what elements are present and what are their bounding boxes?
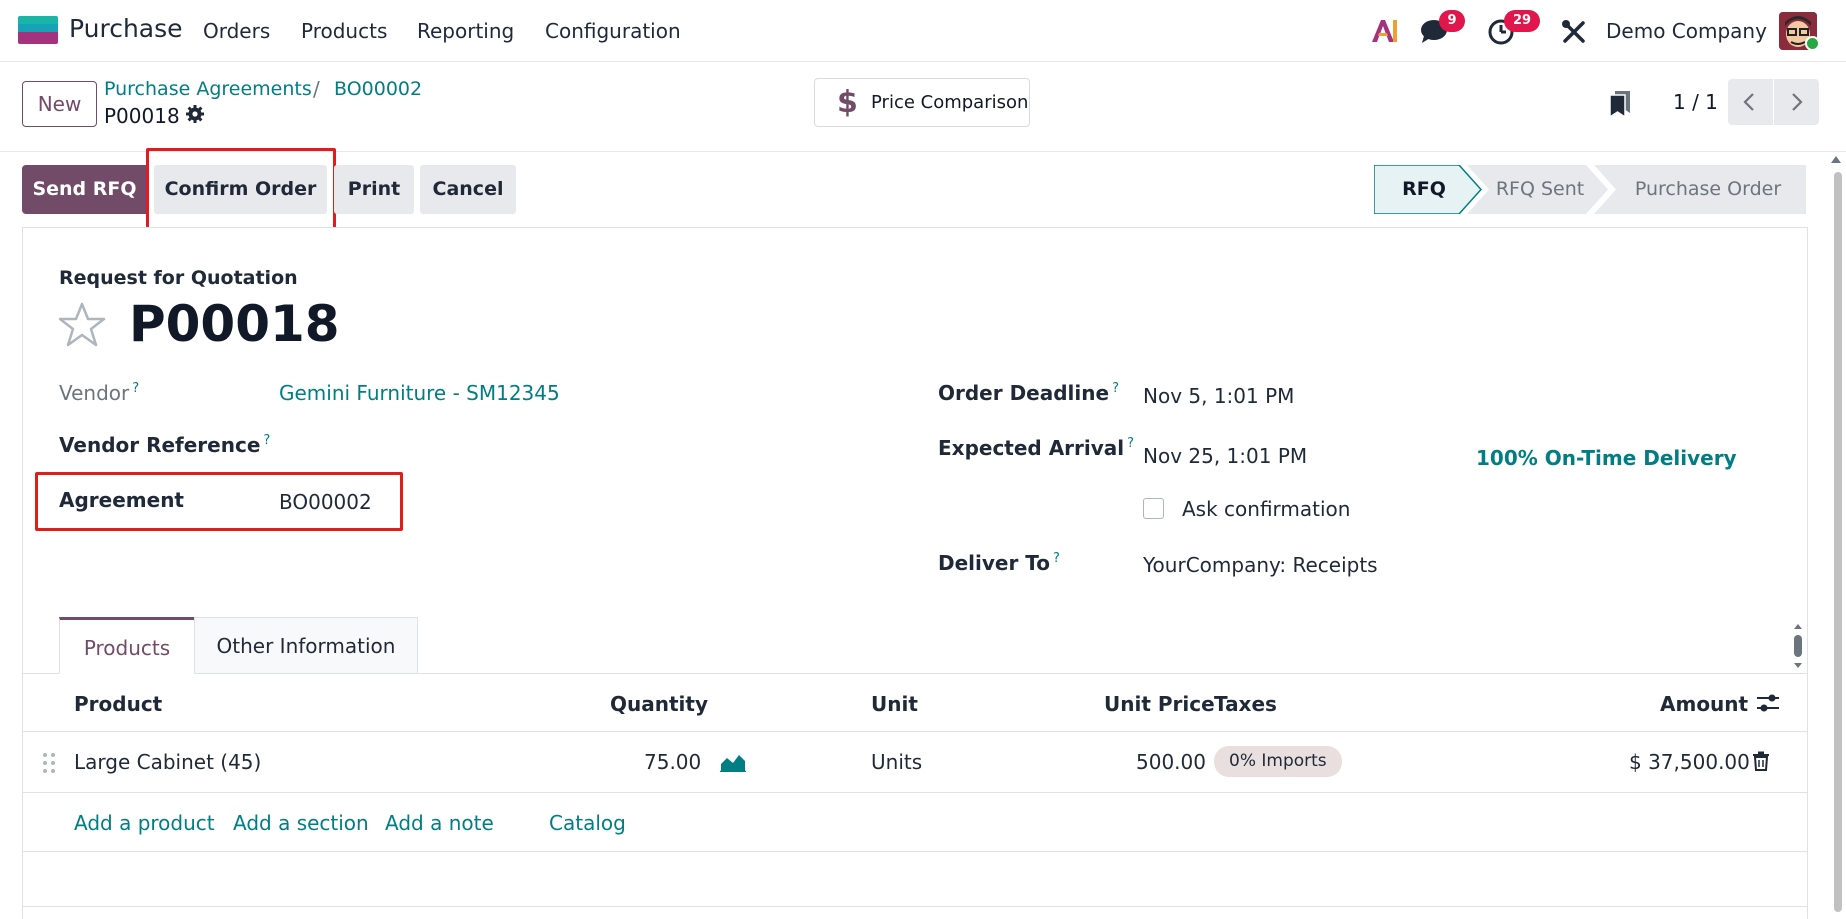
help-icon[interactable]: ? xyxy=(1053,551,1060,566)
gear-icon[interactable] xyxy=(185,104,205,124)
top-navbar: Purchase Orders Products Reporting Confi… xyxy=(0,0,1846,62)
record-name[interactable]: P00018 xyxy=(129,295,340,353)
tools-icon[interactable] xyxy=(1561,19,1587,45)
pager-next-button[interactable] xyxy=(1774,79,1819,125)
vendor-reference-label: Vendor Reference? xyxy=(59,433,271,457)
add-product-link[interactable]: Add a product xyxy=(74,811,215,835)
confirm-order-highlight xyxy=(146,148,336,231)
chevron-right-icon xyxy=(1792,93,1803,111)
price-comparison-button[interactable]: $ Price Comparison xyxy=(814,78,1030,127)
deliver-to-field[interactable]: YourCompany: Receipts xyxy=(1143,553,1378,577)
header-divider xyxy=(22,731,1808,732)
scroll-up-arrow-icon[interactable] xyxy=(1830,155,1842,165)
activities-count-badge: 29 xyxy=(1504,10,1540,32)
cancel-button[interactable]: Cancel xyxy=(420,165,516,214)
pager-value[interactable]: 1 / 1 xyxy=(1673,90,1718,114)
menu-configuration[interactable]: Configuration xyxy=(545,19,681,43)
inner-scrollbar[interactable] xyxy=(1793,624,1803,668)
help-icon[interactable]: ? xyxy=(1112,381,1119,396)
menu-reporting[interactable]: Reporting xyxy=(417,19,514,43)
pager-previous-button[interactable] xyxy=(1728,79,1773,125)
tab-products[interactable]: Products xyxy=(59,617,195,674)
order-deadline-field[interactable]: Nov 5, 1:01 PM xyxy=(1143,384,1294,408)
menu-products[interactable]: Products xyxy=(301,19,387,43)
order-deadline-label: Order Deadline? xyxy=(938,381,1119,405)
row-divider xyxy=(22,792,1808,793)
bookmark-icon[interactable] xyxy=(1608,89,1632,119)
breadcrumb-separator: / xyxy=(313,77,320,101)
on-time-delivery-stat[interactable]: 100% On-Time Delivery xyxy=(1476,446,1737,470)
new-button[interactable]: New xyxy=(22,81,97,127)
star-icon[interactable] xyxy=(58,302,106,348)
tax-badge[interactable]: 0% Imports xyxy=(1214,746,1342,777)
tab-other-information[interactable]: Other Information xyxy=(194,617,418,674)
col-taxes[interactable]: Taxes xyxy=(1214,692,1277,716)
agreement-highlight xyxy=(35,472,403,531)
col-unit-price[interactable]: Unit Price xyxy=(1104,692,1215,716)
cell-unit-price[interactable]: 500.00 xyxy=(1136,750,1206,774)
app-name[interactable]: Purchase xyxy=(69,14,183,43)
add-note-link[interactable]: Add a note xyxy=(385,811,494,835)
ai-icon[interactable] xyxy=(1370,16,1400,46)
stage-rfq[interactable]: RFQ xyxy=(1378,165,1470,214)
ask-confirmation-label: Ask confirmation xyxy=(1182,497,1351,521)
purchase-app-icon[interactable] xyxy=(18,16,58,44)
deliver-to-label: Deliver To? xyxy=(938,551,1060,575)
col-amount[interactable]: Amount xyxy=(1660,692,1748,716)
stage-rfq-sent[interactable]: RFQ Sent xyxy=(1486,165,1594,214)
dollar-icon: $ xyxy=(837,85,858,120)
breadcrumb-agreement[interactable]: BO00002 xyxy=(334,78,422,100)
col-quantity[interactable]: Quantity xyxy=(610,692,708,716)
send-rfq-button[interactable]: Send RFQ xyxy=(22,165,147,214)
breadcrumb-current-record: P00018 xyxy=(104,104,180,128)
help-icon[interactable]: ? xyxy=(1127,436,1134,451)
vendor-field[interactable]: Gemini Furniture - SM12345 xyxy=(279,381,560,405)
col-product[interactable]: Product xyxy=(74,692,162,716)
online-status-dot xyxy=(1805,36,1820,51)
chevron-left-icon xyxy=(1743,93,1754,111)
drag-handle-icon[interactable] xyxy=(42,752,56,774)
table-footer-divider xyxy=(22,906,1808,907)
catalog-link[interactable]: Catalog xyxy=(549,811,626,835)
trash-icon[interactable] xyxy=(1752,751,1770,771)
messages-count-badge: 9 xyxy=(1439,10,1465,32)
status-stages: RFQ RFQ Sent Purchase Order xyxy=(1374,165,1806,214)
price-comparison-label: Price Comparison xyxy=(871,92,1029,113)
form-type-label: Request for Quotation xyxy=(59,267,298,289)
company-switcher[interactable]: Demo Company xyxy=(1606,19,1767,43)
optional-columns-icon[interactable] xyxy=(1756,693,1780,713)
forecast-chart-icon[interactable] xyxy=(720,752,746,772)
stage-purchase-order[interactable]: Purchase Order xyxy=(1614,165,1802,214)
cell-unit[interactable]: Units xyxy=(871,750,922,774)
help-icon[interactable]: ? xyxy=(132,381,139,396)
col-unit[interactable]: Unit xyxy=(871,692,918,716)
ask-confirmation-checkbox[interactable] xyxy=(1143,498,1164,519)
expected-arrival-field[interactable]: Nov 25, 1:01 PM xyxy=(1143,444,1307,468)
page-scrollbar-thumb[interactable] xyxy=(1834,172,1842,912)
cell-quantity[interactable]: 75.00 xyxy=(644,750,701,774)
breadcrumb-purchase-agreements[interactable]: Purchase Agreements xyxy=(104,78,312,100)
expected-arrival-label: Expected Arrival? xyxy=(938,436,1135,460)
vendor-label: Vendor? xyxy=(59,381,140,405)
print-button[interactable]: Print xyxy=(334,165,414,214)
cell-amount: $ 37,500.00 xyxy=(1629,750,1750,774)
table-bottom-divider xyxy=(22,851,1808,852)
cell-product[interactable]: Large Cabinet (45) xyxy=(74,750,261,774)
help-icon[interactable]: ? xyxy=(263,433,270,448)
menu-orders[interactable]: Orders xyxy=(203,19,270,43)
add-section-link[interactable]: Add a section xyxy=(233,811,369,835)
